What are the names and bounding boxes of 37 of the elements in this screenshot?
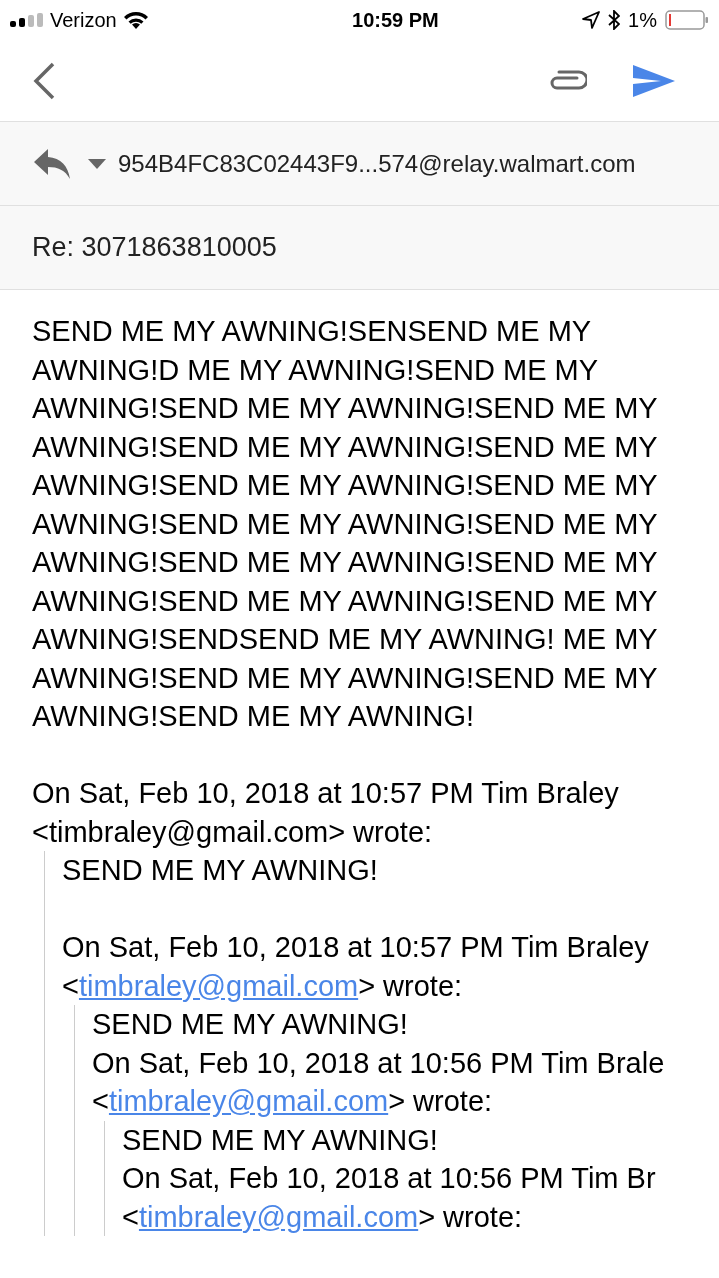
quote-attribution: On Sat, Feb 10, 2018 at 10:57 PM Tim Braley bbox=[62, 930, 650, 965]
email-address: timbraley@gmail.com bbox=[48, 815, 329, 848]
angle-bracket: > bbox=[358, 969, 376, 1002]
reply-icon[interactable] bbox=[34, 148, 72, 179]
message-body[interactable]: SEND ME MY AWNING!SENSEND ME MY AWNING!D ME MY AWNING!SEND ME MY AWNING!SEND ME MY AWNING!SEND ME MY AWNING!SEND ME MY AWNING!SEND ME MY AWNING!SEND ME MY AWNING!SEND ME MY AWNING!SEND ME MY AWNING!SEND ME MY AWNING!SEND ME MY AWNING!SEND ME MY AWNING!SEND ME MY AWNING!SEND ME MY AWNING!SENDSEND ME MY AWNING! ME MY AWNING!SEND ME MY AWNING!SEND ME MY AWNING!SEND ME MY AWNING! bbox=[32, 312, 711, 736]
angle-bracket: > bbox=[418, 1200, 436, 1233]
clock-time: 10:59 PM bbox=[352, 8, 439, 33]
angle-bracket: > bbox=[388, 1085, 406, 1117]
angle-bracket: < bbox=[32, 815, 49, 848]
subject-line[interactable]: Re: 3071863810005 bbox=[32, 227, 277, 268]
angle-bracket: < bbox=[62, 969, 79, 1002]
send-button[interactable] bbox=[633, 64, 675, 97]
quoted-message: SEND ME MY AWNING! bbox=[62, 853, 379, 888]
battery-percent: 1% bbox=[628, 8, 657, 33]
carrier-name: Verizon bbox=[50, 8, 117, 33]
quote-attribution: On Sat, Feb 10, 2018 at 10:57 PM Tim Braley bbox=[32, 776, 620, 811]
email-link[interactable]: timbraley@gmail.com bbox=[138, 1200, 419, 1233]
angle-bracket: < bbox=[92, 1085, 109, 1117]
angle-bracket: > bbox=[328, 815, 346, 848]
email-link[interactable]: timbraley@gmail.com bbox=[108, 1085, 389, 1117]
wrote-label: wrote: bbox=[383, 969, 463, 1002]
wrote-label: wrote: bbox=[413, 1085, 493, 1117]
wrote-label: wrote: bbox=[353, 815, 433, 848]
battery-icon bbox=[665, 10, 709, 30]
quoted-message: SEND ME MY AWNING! bbox=[92, 1007, 409, 1042]
dropdown-caret-icon[interactable] bbox=[88, 158, 106, 169]
wrote-label: wrote: bbox=[443, 1200, 523, 1233]
recipient-address: 954B4FC83C02443F9...574@relay.walmart.com bbox=[118, 148, 636, 179]
signal-icon bbox=[10, 13, 44, 27]
email-link[interactable]: timbraley@gmail.com bbox=[78, 969, 359, 1002]
quote-attribution: On Sat, Feb 10, 2018 at 10:56 PM Tim Brale bbox=[92, 1045, 666, 1081]
angle-bracket: < bbox=[122, 1200, 139, 1233]
location-arrow-icon bbox=[582, 11, 601, 29]
quoted-message: SEND ME MY AWNING! bbox=[122, 1122, 439, 1158]
bluetooth-icon bbox=[608, 10, 621, 30]
wifi-icon bbox=[122, 11, 149, 29]
quote-attribution: On Sat, Feb 10, 2018 at 10:56 PM Tim Br bbox=[122, 1161, 657, 1196]
